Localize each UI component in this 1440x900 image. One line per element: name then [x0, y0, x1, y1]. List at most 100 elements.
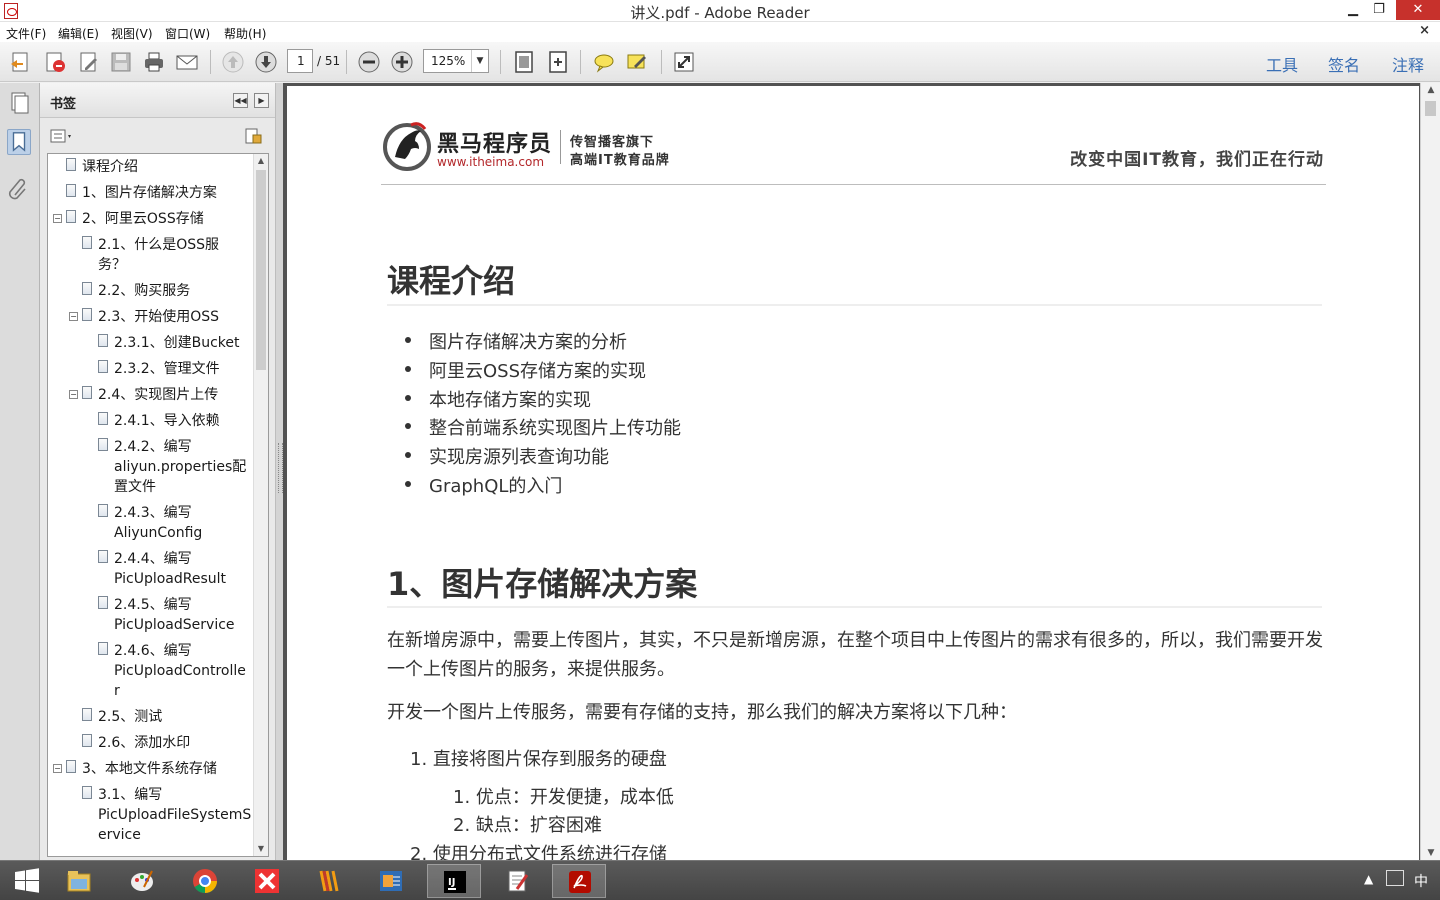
bookmark-label: 2.6、添加水印: [98, 735, 191, 751]
bookmark-icon: [82, 282, 92, 295]
page-number-input[interactable]: 1: [287, 49, 313, 73]
heading-divider: [387, 606, 1322, 608]
collapse-panel-icon[interactable]: ◀◀: [233, 93, 248, 108]
bookmark-item[interactable]: − 2、阿里云OSS存储: [48, 209, 253, 235]
outlook-icon[interactable]: [364, 864, 418, 898]
bookmark-label: 2.4.3、编写: [114, 505, 192, 521]
next-page-icon[interactable]: [254, 50, 278, 74]
tools-button[interactable]: 工具: [1266, 52, 1298, 76]
scrollbar-thumb[interactable]: [1425, 101, 1436, 116]
bookmark-item[interactable]: 2.2、购买服务: [48, 281, 253, 307]
bookmark-icon: [66, 184, 76, 197]
bookmark-icon: [66, 158, 76, 171]
comment-icon[interactable]: [592, 50, 616, 74]
adobe-reader-icon[interactable]: [552, 864, 606, 898]
menu-help[interactable]: 帮助(H): [224, 25, 266, 42]
bookmark-item[interactable]: 2.4.1、导入依赖: [48, 411, 253, 437]
minimize-button[interactable]: ▁: [1340, 0, 1366, 20]
ime-indicator[interactable]: 中: [1414, 871, 1428, 891]
bookmark-item[interactable]: 2.4.6、编写 PicUploadControlle r: [48, 641, 253, 707]
email-icon[interactable]: [175, 50, 199, 74]
menu-file[interactable]: 文件(F): [6, 25, 46, 42]
bullet-item: 阿里云OSS存储方案的实现: [404, 357, 646, 383]
print-icon[interactable]: [142, 50, 166, 74]
bookmark-tree[interactable]: 课程介绍 1、图片存储解决方案 −2、阿里云OSS存储 2.1、什么是OSS服 务？ 2.…: [47, 153, 269, 857]
bookmark-item[interactable]: 课程介绍: [48, 157, 253, 183]
fit-width-icon[interactable]: [546, 50, 570, 74]
chrome-icon[interactable]: [178, 864, 232, 898]
close-button[interactable]: ✕: [1396, 0, 1440, 20]
notepad-icon[interactable]: [490, 864, 544, 898]
bullet-item: 实现房源列表查询功能: [405, 443, 609, 469]
full-screen-icon[interactable]: [672, 50, 696, 74]
network-icon[interactable]: [1386, 870, 1404, 886]
bookmark-item[interactable]: 2.1、什么是OSS服 务？: [48, 235, 253, 281]
close-document-icon[interactable]: ×: [1419, 23, 1430, 38]
title-bar: 讲义.pdf - Adobe Reader ▁ ❐ ✕: [0, 0, 1440, 22]
scroll-down-icon[interactable]: ▼: [254, 842, 268, 856]
new-bookmark-icon[interactable]: [244, 127, 262, 145]
bookmark-collapse-toggle[interactable]: −: [69, 390, 78, 399]
file-explorer-icon[interactable]: [52, 864, 106, 898]
xmind-icon[interactable]: [240, 864, 294, 898]
menu-view[interactable]: 视图(V): [111, 25, 153, 42]
bookmarks-scrollbar[interactable]: ▲ ▼: [253, 154, 268, 856]
zoom-out-icon[interactable]: [357, 50, 381, 74]
panel-splitter[interactable]: [275, 83, 283, 860]
fit-page-icon[interactable]: [512, 50, 536, 74]
bookmark-item[interactable]: 2.4.3、编写 AliyunConfig: [48, 503, 253, 549]
bookmark-label: 课程介绍: [82, 159, 138, 175]
bookmark-item[interactable]: 2.4.2、编写 aliyun.properties配 置文件: [48, 437, 253, 503]
export-pdf-icon[interactable]: [43, 50, 67, 74]
edit-icon[interactable]: [77, 50, 101, 74]
highlight-icon[interactable]: [625, 50, 649, 74]
comment-button[interactable]: 注释: [1392, 52, 1424, 76]
bookmark-collapse-toggle[interactable]: −: [53, 214, 62, 223]
sign-button[interactable]: 签名: [1328, 52, 1360, 76]
bookmark-label: PicUploadFileSystemS: [98, 807, 252, 823]
intellij-icon[interactable]: IJ: [427, 864, 481, 898]
scroll-up-icon[interactable]: ▲: [254, 154, 268, 168]
windows-start-icon[interactable]: [0, 864, 54, 898]
bookmark-item[interactable]: 2.4.4、编写 PicUploadResult: [48, 549, 253, 595]
bookmark-label: 2.4、实现图片上传: [98, 387, 219, 403]
create-pdf-icon[interactable]: [9, 50, 33, 74]
bookmark-item[interactable]: 2.3.1、创建Bucket: [48, 333, 253, 359]
sublime-icon[interactable]: [302, 864, 356, 898]
bookmark-item[interactable]: 1、图片存储解决方案: [48, 183, 253, 209]
document-viewport[interactable]: 黑马程序员 www.itheima.com 传智播客旗下 高端IT教育品牌 改变…: [283, 83, 1440, 866]
bookmark-label: 置文件: [114, 479, 156, 495]
bookmark-item[interactable]: 2.3.2、管理文件: [48, 359, 253, 385]
tray-expand-icon[interactable]: ▲: [1364, 872, 1373, 886]
header-slogan: 改变中国IT教育，我们正在行动: [1070, 150, 1324, 170]
maximize-button[interactable]: ❐: [1366, 0, 1392, 20]
previous-page-icon[interactable]: [221, 50, 245, 74]
bullet-item: 整合前端系统实现图片上传功能: [405, 414, 681, 440]
bookmark-item[interactable]: − 2.3、开始使用OSS: [48, 307, 253, 333]
menu-edit[interactable]: 编辑(E): [58, 25, 99, 42]
page-thumbnails-icon[interactable]: [7, 89, 31, 115]
scroll-down-icon[interactable]: ▼: [1424, 848, 1438, 858]
bookmark-label: 2.3.2、管理文件: [114, 361, 220, 377]
zoom-dropdown-icon[interactable]: ▼: [471, 50, 488, 72]
bookmark-collapse-toggle[interactable]: −: [69, 312, 78, 321]
bookmark-item[interactable]: 2.6、添加水印: [48, 733, 253, 759]
bookmark-icon: [82, 236, 92, 249]
scrollbar-thumb[interactable]: [256, 170, 266, 370]
attachments-icon[interactable]: [7, 175, 31, 201]
expand-panel-icon[interactable]: ▶: [254, 93, 269, 108]
bookmark-item[interactable]: 2.4.5、编写 PicUploadService: [48, 595, 253, 641]
bookmarks-icon[interactable]: [7, 129, 31, 155]
scroll-up-icon[interactable]: ▲: [1424, 85, 1438, 95]
menu-window[interactable]: 窗口(W): [165, 25, 210, 42]
bookmark-item[interactable]: 2.5、测试: [48, 707, 253, 733]
bookmark-collapse-toggle[interactable]: −: [53, 764, 62, 773]
save-icon[interactable]: [109, 50, 133, 74]
bookmark-item[interactable]: 3.1、编写 PicUploadFileSystemS ervice: [48, 785, 253, 851]
zoom-in-icon[interactable]: [390, 50, 414, 74]
bookmark-item[interactable]: − 3、本地文件系统存储: [48, 759, 253, 785]
bookmark-item[interactable]: − 2.4、实现图片上传: [48, 385, 253, 411]
options-menu-icon[interactable]: [50, 129, 74, 145]
document-scrollbar[interactable]: ▲ ▼: [1420, 83, 1440, 860]
paint-icon[interactable]: [115, 864, 169, 898]
